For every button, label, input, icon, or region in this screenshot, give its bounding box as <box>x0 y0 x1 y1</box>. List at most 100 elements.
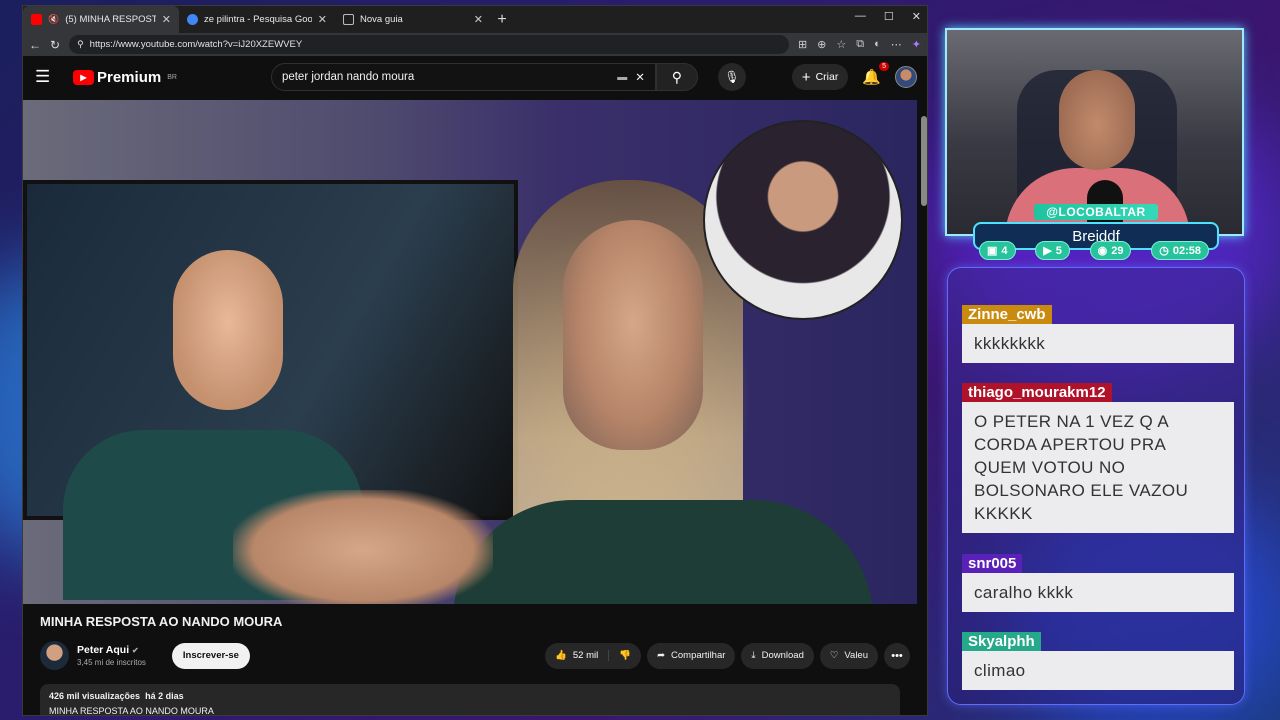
search-input[interactable]: peter jordan nando moura <box>282 71 609 83</box>
video-player[interactable] <box>23 100 917 604</box>
subscribe-button[interactable]: Inscrever-se <box>171 642 250 669</box>
channel-info: Peter Aqui ✔ 3,45 mi de inscritos <box>77 644 146 667</box>
zoom-icon[interactable]: ⊕ <box>817 38 826 51</box>
window-controls: — ☐ ✕ <box>855 10 921 23</box>
stream-uptime: 02:58 <box>1172 244 1201 257</box>
youtube-stat: ▶ 5 <box>1035 241 1070 260</box>
thumbs-up-icon: 👍 <box>555 650 567 661</box>
chat-username: Zinne_cwb <box>962 305 1052 324</box>
channel-name[interactable]: Peter Aqui <box>77 644 129 656</box>
tab-youtube[interactable]: 🔇 (5) MINHA RESPOSTA AO NANDO ✕ <box>23 6 179 33</box>
channel-avatar[interactable] <box>40 641 69 670</box>
thanks-icon: ♡ <box>829 650 839 661</box>
youtube-favicon-icon <box>31 14 42 25</box>
twitch-stat: ▣ 4 <box>979 241 1016 260</box>
tab-title: Nova guia <box>360 14 403 25</box>
notifications-button[interactable]: 🔔 5 <box>862 62 889 86</box>
chat-message: Zinne_cwb kkkkkkkk <box>962 305 1234 363</box>
close-tab-icon[interactable]: ✕ <box>162 13 171 26</box>
more-dots-icon: ••• <box>891 649 903 662</box>
star-icon[interactable]: ☆ <box>836 38 846 51</box>
search-button[interactable]: ⚲ <box>655 63 698 91</box>
youtube-icon: ▶ <box>1043 245 1052 257</box>
tab-new[interactable]: Nova guia ✕ <box>335 6 491 33</box>
browser-window: 🔇 (5) MINHA RESPOSTA AO NANDO ✕ ze pilin… <box>22 5 928 716</box>
view-count: 426 mil visualizações <box>49 691 141 701</box>
page-scrollbar[interactable] <box>921 116 927 206</box>
close-tab-icon[interactable]: ✕ <box>318 13 327 26</box>
share-label: Compartilhar <box>671 650 726 661</box>
video-pip-circle <box>703 120 903 320</box>
youtube-viewers: 5 <box>1055 244 1062 257</box>
clear-search-icon[interactable]: ✕ <box>635 70 645 84</box>
region-label: BR <box>167 73 177 81</box>
site-info-icon[interactable]: ⚲ <box>77 39 84 50</box>
chat-username: Skyalphh <box>962 632 1041 651</box>
notification-badge: 5 <box>879 62 889 71</box>
like-dislike-group: 👍 52 mil 👎 <box>545 642 642 669</box>
reload-icon[interactable]: ↻ <box>50 38 60 52</box>
keyboard-icon[interactable]: ▬ <box>617 72 627 83</box>
description-box[interactable]: 426 mil visualizações há 2 dias MINHA RE… <box>40 684 900 715</box>
thanks-button[interactable]: ♡ Valeu <box>819 642 878 669</box>
uptime-stat: ◷ 02:58 <box>1151 241 1209 260</box>
upload-age: há 2 dias <box>145 691 184 701</box>
mic-icon: 🎙 <box>724 70 740 84</box>
verified-icon: ✔ <box>132 646 139 655</box>
channel-name-row[interactable]: Peter Aqui ✔ <box>77 644 146 656</box>
new-tab-favicon-icon <box>343 14 354 25</box>
tab-title: (5) MINHA RESPOSTA AO NANDO <box>65 14 156 25</box>
video-person-left <box>173 250 283 410</box>
chat-text: caralho kkkk <box>962 573 1234 612</box>
youtube-page: ☰ ▶ Premium BR peter jordan nando moura … <box>23 56 927 715</box>
kick-icon: ◉ <box>1097 245 1108 257</box>
chat-overlay: Zinne_cwb kkkkkkkk thiago_mourakm12 O PE… <box>947 267 1245 705</box>
tab-google[interactable]: ze pilintra - Pesquisa Google ✕ <box>179 6 335 33</box>
maximize-icon[interactable]: ☐ <box>884 10 894 23</box>
kick-viewers: 29 <box>1111 244 1124 257</box>
menu-dots-icon[interactable]: ⋯ <box>891 38 902 51</box>
download-button[interactable]: ⤓ Download <box>741 642 814 669</box>
plus-icon: + <box>801 68 811 86</box>
like-count: 52 mil <box>572 650 599 661</box>
copilot-icon[interactable]: ✦ <box>912 38 921 51</box>
clock-icon: ◷ <box>1159 245 1169 257</box>
video-person-center <box>563 220 703 450</box>
account-avatar[interactable] <box>895 66 917 88</box>
viewer-stats-row: ▣ 4 ▶ 5 ◉ 29 ◷ 02:58 <box>979 241 1209 260</box>
address-bar-icons: ⊞ ⊕ ☆ ⧉ ◐ ⋯ ✦ <box>798 38 921 51</box>
url-field[interactable]: ⚲ https://www.youtube.com/watch?v=iJ20XZ… <box>69 35 789 54</box>
profile-icon[interactable]: ◐ <box>874 38 881 51</box>
thumbs-down-icon: 👎 <box>619 650 632 661</box>
download-icon: ⤓ <box>751 650 756 661</box>
new-tab-button[interactable]: + <box>491 6 513 33</box>
streamer-face <box>1059 70 1135 170</box>
search-box[interactable]: peter jordan nando moura ▬ ✕ <box>270 63 656 91</box>
more-actions-button[interactable]: ••• <box>884 642 910 669</box>
chat-text: kkkkkkkk <box>962 324 1234 363</box>
chat-message: thiago_mourakm12 O PETER NA 1 VEZ Q A CO… <box>962 383 1234 533</box>
bell-icon: 🔔 <box>862 69 881 86</box>
address-bar-row: ← ↻ ⚲ https://www.youtube.com/watch?v=iJ… <box>23 33 927 56</box>
download-label: Download <box>761 650 804 661</box>
kick-stat: ◉ 29 <box>1089 241 1132 260</box>
youtube-logo[interactable]: ▶ Premium BR <box>73 69 177 86</box>
youtube-header: ☰ ▶ Premium BR peter jordan nando moura … <box>23 56 927 98</box>
menu-icon[interactable]: ☰ <box>35 67 59 87</box>
twitch-icon: ▣ <box>987 245 998 257</box>
create-button[interactable]: + Criar <box>791 64 849 90</box>
close-tab-icon[interactable]: ✕ <box>474 13 483 26</box>
chat-message: Skyalphh climao <box>962 632 1234 690</box>
like-button[interactable]: 👍 52 mil <box>545 650 610 661</box>
voice-search-button[interactable]: 🎙 <box>717 63 746 91</box>
thanks-label: Valeu <box>844 650 868 661</box>
url-text: https://www.youtube.com/watch?v=iJ20XZEW… <box>89 39 303 50</box>
dislike-button[interactable]: 👎 <box>609 650 641 661</box>
apps-icon[interactable]: ⊞ <box>798 38 807 51</box>
minimize-icon[interactable]: — <box>855 10 866 23</box>
extensions-icon[interactable]: ⧉ <box>856 38 864 51</box>
close-window-icon[interactable]: ✕ <box>912 10 921 23</box>
speaker-muted-icon[interactable]: 🔇 <box>48 14 59 25</box>
back-icon[interactable]: ← <box>29 38 41 52</box>
share-button[interactable]: ➦ Compartilhar <box>647 642 736 669</box>
